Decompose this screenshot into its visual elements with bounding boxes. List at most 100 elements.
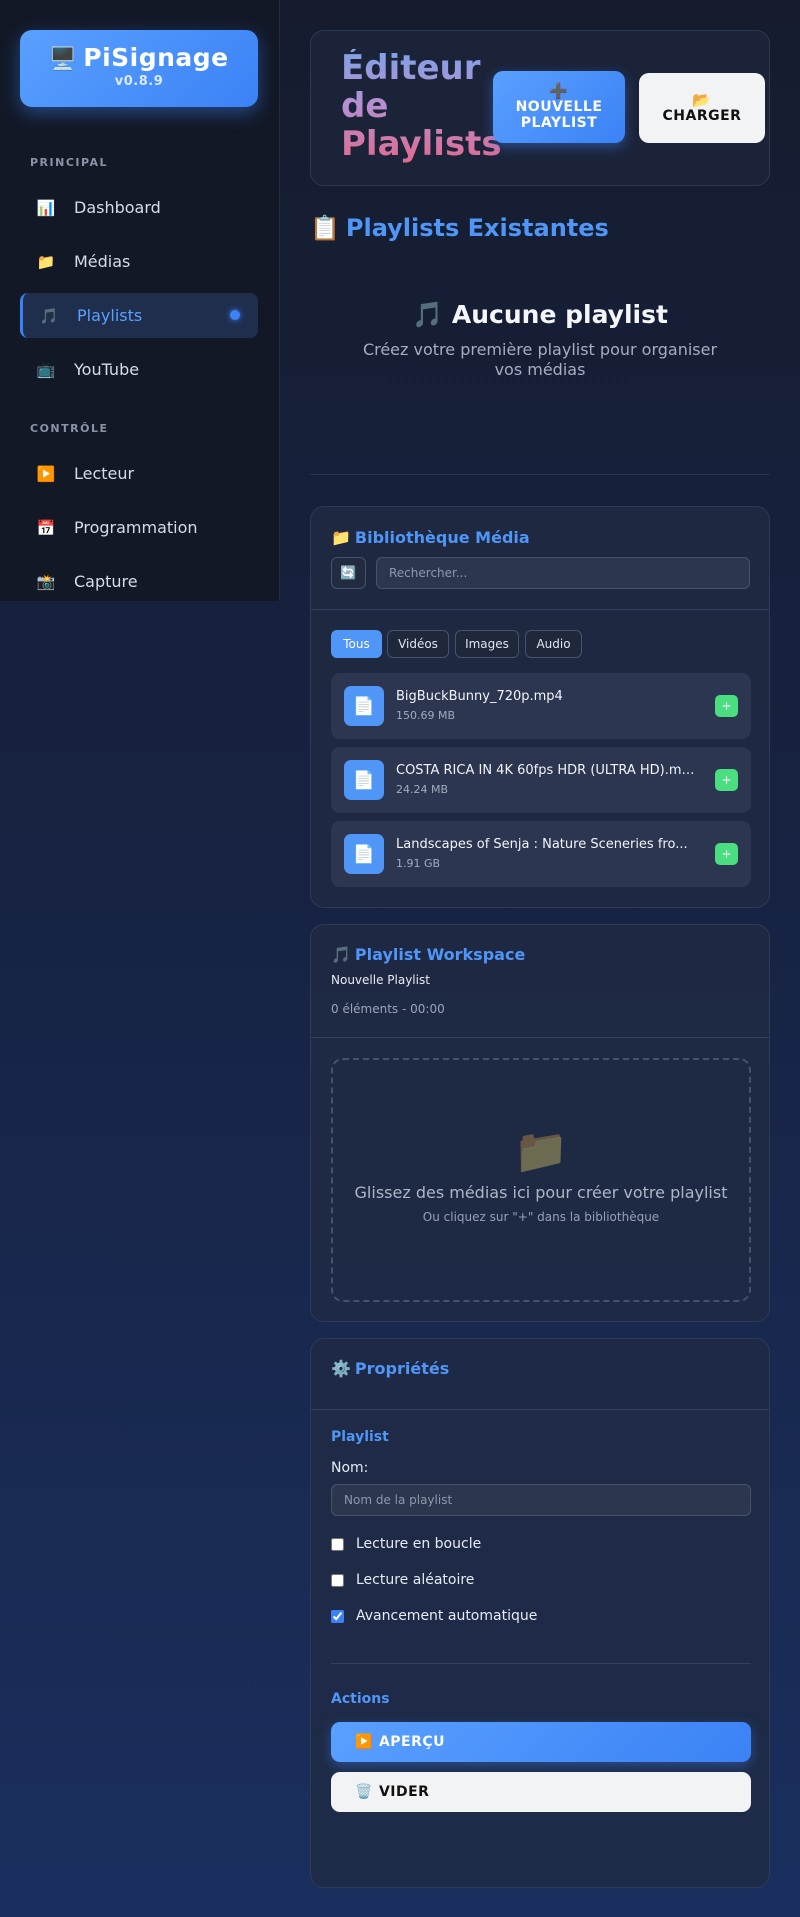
sidebar-item-lecteur[interactable]: ▶️ Lecteur bbox=[20, 451, 258, 496]
workspace-label: Playlist Workspace bbox=[354, 945, 526, 964]
clear-label: VIDER bbox=[378, 1784, 430, 1800]
gear-icon: ⚙️ bbox=[331, 1359, 351, 1378]
play-icon: ▶️ bbox=[355, 1734, 373, 1750]
loop-checkbox[interactable] bbox=[331, 1537, 344, 1551]
folder-icon: 📁 bbox=[36, 252, 56, 271]
calendar-icon: 📅 bbox=[36, 518, 56, 537]
sidebar-item-label: YouTube bbox=[74, 360, 140, 379]
media-item[interactable]: 📄 COSTA RICA IN 4K 60fps HDR (ULTRA HD).… bbox=[331, 747, 751, 813]
filter-tab-images[interactable]: Images bbox=[455, 630, 519, 658]
filter-tab-all[interactable]: Tous bbox=[331, 630, 382, 658]
media-library-title: 📁 Bibliothèque Média bbox=[331, 528, 530, 547]
sidebar-item-label: Programmation bbox=[74, 518, 198, 537]
folder-icon: 📁 bbox=[331, 528, 351, 547]
trash-icon: 🗑️ bbox=[355, 1784, 373, 1800]
option-shuffle[interactable]: Lecture aléatoire bbox=[331, 1572, 474, 1588]
sidebar-item-label: Capture bbox=[74, 572, 138, 591]
clipboard-icon: 📋 bbox=[310, 214, 340, 242]
properties-title: ⚙️ Propriétés bbox=[331, 1359, 449, 1378]
clear-button[interactable]: 🗑️ VIDER bbox=[331, 1772, 751, 1812]
auto-advance-checkbox[interactable] bbox=[331, 1609, 344, 1623]
workspace-title: 🎵 Playlist Workspace bbox=[331, 945, 525, 964]
media-name: Landscapes of Senja : Nature Sceneries f… bbox=[396, 837, 688, 852]
page-header: Éditeur de Playlists ➕ NOUVELLE PLAYLIST… bbox=[310, 30, 770, 186]
media-size: 150.69 MB bbox=[396, 709, 456, 722]
add-to-playlist-button[interactable]: + bbox=[715, 769, 738, 791]
name-label: Nom: bbox=[331, 1460, 369, 1476]
properties-label: Propriétés bbox=[354, 1359, 450, 1378]
empty-state-subtitle: Créez votre première playlist pour organ… bbox=[362, 340, 718, 379]
option-label: Avancement automatique bbox=[356, 1608, 538, 1624]
divider bbox=[311, 1037, 769, 1038]
existing-playlists-label: Playlists Existantes bbox=[345, 214, 609, 242]
camera-icon: 📸 bbox=[36, 572, 56, 591]
playlist-dropzone[interactable]: 📁 Glissez des médias ici pour créer votr… bbox=[331, 1058, 751, 1302]
app-name-row: 🖥️ PiSignage bbox=[20, 43, 258, 72]
media-library-label: Bibliothèque Média bbox=[354, 528, 530, 547]
sidebar-item-label: Médias bbox=[74, 252, 131, 271]
dropzone-hint: Ou cliquez sur "+" dans la bibliothèque bbox=[422, 1210, 660, 1224]
existing-playlists-title: 📋 Playlists Existantes bbox=[310, 214, 609, 242]
sidebar-item-label: Lecteur bbox=[74, 464, 135, 483]
sidebar: 🖥️ PiSignage v0.8.9 PRINCIPAL 📊 Dashboard… bbox=[0, 0, 280, 601]
playlist-workspace-panel: 🎵 Playlist Workspace Nouvelle Playlist 0 … bbox=[310, 924, 770, 1322]
app-version: v0.8.9 bbox=[114, 74, 164, 89]
sidebar-item-playlists[interactable]: 🎵 Playlists bbox=[20, 293, 258, 338]
plus-icon: ➕ bbox=[549, 82, 569, 100]
new-playlist-button[interactable]: ➕ NOUVELLE PLAYLIST bbox=[493, 71, 625, 143]
preview-button[interactable]: ▶️ APERÇU bbox=[331, 1722, 751, 1762]
sidebar-item-youtube[interactable]: 📺 YouTube bbox=[20, 347, 258, 392]
page-title: Éditeur de Playlists bbox=[341, 48, 502, 164]
divider bbox=[311, 609, 769, 610]
empty-state-label: Aucune playlist bbox=[451, 300, 668, 329]
media-size: 24.24 MB bbox=[396, 783, 449, 796]
sidebar-item-label: Playlists bbox=[77, 306, 143, 325]
option-label: Lecture en boucle bbox=[356, 1536, 482, 1552]
monitor-icon: 🖥️ bbox=[49, 47, 78, 72]
active-indicator bbox=[230, 310, 240, 320]
properties-panel: ⚙️Propriétés Playlist Nom: Lecture en bo… bbox=[310, 1338, 770, 1888]
add-to-playlist-button[interactable]: + bbox=[715, 695, 738, 717]
preview-label: APERÇU bbox=[378, 1734, 446, 1750]
music-icon: 🎵 bbox=[412, 300, 444, 329]
tv-icon: 📺 bbox=[36, 360, 56, 379]
workspace-meta: 0 éléments - 00:00 bbox=[331, 1002, 445, 1016]
shuffle-checkbox[interactable] bbox=[331, 1573, 344, 1587]
sidebar-item-medias[interactable]: 📁 Médias bbox=[20, 239, 258, 284]
app-logo[interactable]: 🖥️ PiSignage v0.8.9 bbox=[20, 30, 258, 107]
media-size: 1.91 GB bbox=[396, 857, 441, 870]
empty-state-title: 🎵 Aucune playlist bbox=[310, 300, 770, 330]
sidebar-item-capture[interactable]: 📸 Capture bbox=[20, 559, 258, 604]
playlist-heading: Playlist bbox=[331, 1429, 389, 1445]
filter-tab-videos[interactable]: Vidéos bbox=[387, 630, 449, 658]
divider bbox=[311, 1409, 769, 1410]
search-input[interactable] bbox=[376, 557, 750, 589]
option-auto-advance[interactable]: Avancement automatique bbox=[331, 1608, 537, 1624]
new-playlist-label: NOUVELLE PLAYLIST bbox=[515, 99, 603, 131]
music-icon: 🎵 bbox=[331, 945, 351, 964]
dropzone-text: Glissez des médias ici pour créer votre … bbox=[354, 1183, 728, 1202]
file-icon: 📄 bbox=[344, 686, 384, 726]
load-label: CHARGER bbox=[662, 108, 742, 124]
sidebar-item-programmation[interactable]: 📅 Programmation bbox=[20, 505, 258, 550]
filter-tab-audio[interactable]: Audio bbox=[525, 630, 582, 658]
file-icon: 📄 bbox=[344, 760, 384, 800]
media-name: BigBuckBunny_720p.mp4 bbox=[396, 689, 563, 704]
section-title-controle: CONTRÔLE bbox=[30, 422, 109, 435]
add-to-playlist-button[interactable]: + bbox=[715, 843, 738, 865]
playlist-name-input[interactable] bbox=[331, 1484, 751, 1516]
media-item[interactable]: 📄 BigBuckBunny_720p.mp4 150.69 MB + bbox=[331, 673, 751, 739]
divider bbox=[310, 474, 770, 475]
play-icon: ▶️ bbox=[36, 464, 56, 483]
media-library-panel: 📁Bibliothèque Média 🔄 Tous Vidéos Images… bbox=[310, 506, 770, 908]
option-loop[interactable]: Lecture en boucle bbox=[331, 1536, 481, 1552]
media-item[interactable]: 📄 Landscapes of Senja : Nature Sceneries… bbox=[331, 821, 751, 887]
load-button[interactable]: 📂 CHARGER bbox=[639, 73, 765, 143]
app-name: PiSignage bbox=[83, 43, 229, 72]
divider bbox=[331, 1663, 751, 1664]
refresh-button[interactable]: 🔄 bbox=[331, 557, 366, 589]
sidebar-item-dashboard[interactable]: 📊 Dashboard bbox=[20, 185, 258, 230]
sidebar-item-label: Dashboard bbox=[74, 198, 161, 217]
actions-heading: Actions bbox=[331, 1691, 390, 1707]
media-name: COSTA RICA IN 4K 60fps HDR (ULTRA HD).mp… bbox=[396, 763, 696, 778]
